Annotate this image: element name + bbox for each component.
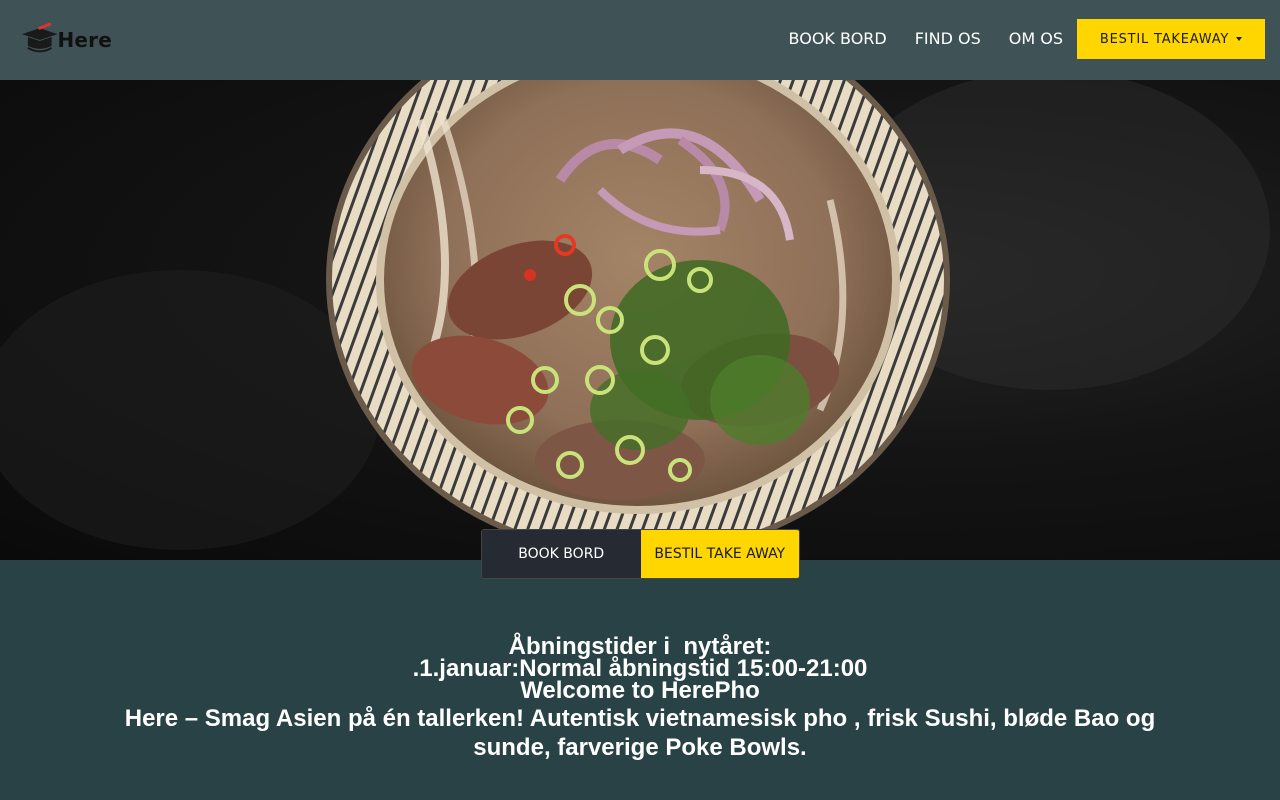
book-table-button[interactable]: BOOK BORD bbox=[482, 530, 641, 578]
nav-find-os[interactable]: FIND OS bbox=[915, 19, 981, 59]
hero-cta-group: BOOK BORD BESTIL TAKE AWAY bbox=[481, 529, 800, 579]
nav-book-bord[interactable]: BOOK BORD bbox=[789, 19, 887, 59]
opening-hours-note: .1.januar:Normal åbningstid 15:00-21:00 bbox=[412, 655, 868, 682]
hero-banner bbox=[0, 80, 1280, 560]
logo-text: Here bbox=[57, 28, 112, 52]
welcome-title: Welcome to HerePho bbox=[520, 677, 760, 704]
nav-om-os[interactable]: OM OS bbox=[1009, 19, 1063, 59]
site-header: Here BOOK BORD FIND OS OM OS BESTIL TAKE… bbox=[0, 0, 1280, 80]
welcome-description: Here – Smag Asien på én tallerken! Auten… bbox=[124, 705, 1156, 761]
main-nav: BOOK BORD FIND OS OM OS BESTIL TAKEAWAY bbox=[789, 19, 1265, 59]
site-logo[interactable]: Here bbox=[20, 22, 112, 58]
order-takeaway-label: BESTIL TAKEAWAY bbox=[1099, 31, 1230, 47]
opening-hours-info: Åbningstider i nytåret: .1.januar:Normal… bbox=[0, 634, 1280, 762]
order-takeaway-dropdown-button[interactable]: BESTIL TAKEAWAY bbox=[1077, 19, 1265, 59]
caret-down-icon bbox=[1236, 37, 1243, 41]
pho-bowl-image bbox=[0, 80, 1270, 558]
order-takeaway-button[interactable]: BESTIL TAKE AWAY bbox=[640, 530, 799, 578]
logo-hat-icon bbox=[21, 22, 58, 53]
